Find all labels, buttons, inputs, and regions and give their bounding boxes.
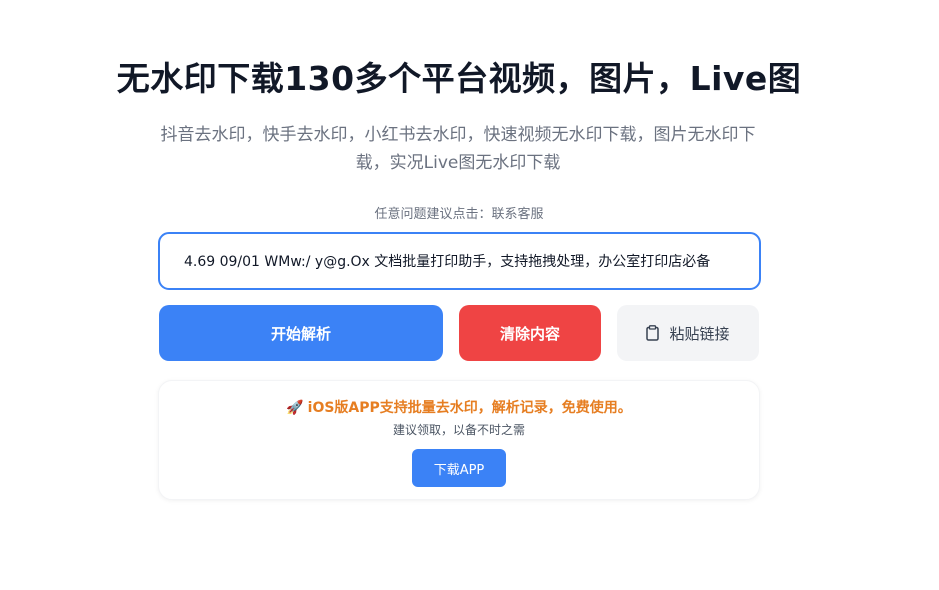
rocket-icon: 🚀 xyxy=(286,400,304,416)
page: 无水印下载130多个平台视频，图片，Live图 抖音去水印，快手去水印，小红书去… xyxy=(0,0,939,590)
promo-title: 🚀 iOS版APP支持批量去水印，解析记录，免费使用。 xyxy=(159,397,759,417)
app-promo-card: 🚀 iOS版APP支持批量去水印，解析记录，免费使用。 建议领取，以备不时之需 下… xyxy=(158,380,760,500)
download-app-button[interactable]: 下载APP xyxy=(412,449,506,487)
start-parse-button[interactable]: 开始解析 xyxy=(159,305,443,361)
contact-prefix: 任意问题建议点击： xyxy=(374,207,492,222)
page-title: 无水印下载130多个平台视频，图片，Live图 xyxy=(116,59,802,98)
promo-subtitle: 建议领取，以备不时之需 xyxy=(392,423,525,437)
page-subtitle: 抖音去水印，快手去水印，小红书去水印，快速视频无水印下载，图片无水印下载，实况L… xyxy=(160,125,756,173)
paste-link-button[interactable]: 粘贴链接 xyxy=(617,305,759,361)
promo-title-text: iOS版APP支持批量去水印，解析记录，免费使用。 xyxy=(307,400,632,416)
clear-content-button[interactable]: 清除内容 xyxy=(459,305,601,361)
contact-line: 任意问题建议点击：联系客服 xyxy=(0,203,918,222)
paste-link-label: 粘贴链接 xyxy=(669,324,730,343)
contact-service-link[interactable]: 联系客服 xyxy=(492,207,544,222)
share-link-input[interactable] xyxy=(158,232,761,290)
clipboard-icon xyxy=(646,325,660,341)
